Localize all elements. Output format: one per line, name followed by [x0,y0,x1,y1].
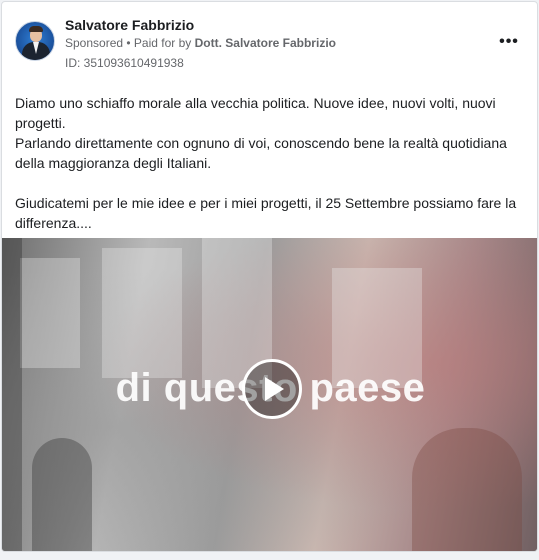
author-avatar[interactable] [15,21,55,61]
ad-body-text: Diamo uno schiaffo morale alla vecchia p… [15,93,525,233]
video-player[interactable]: di questo paese [2,238,537,551]
body-paragraph-2: Parlando direttamente con ognuno di voi,… [15,135,507,171]
body-paragraph-1: Diamo uno schiaffo morale alla vecchia p… [15,95,496,131]
video-window-pane [102,248,182,378]
sponsored-label: Sponsored [65,36,124,50]
more-options-icon[interactable]: ••• [496,32,522,52]
play-button[interactable] [242,359,302,419]
sponsored-line: Sponsored • Paid for by Dott. Salvatore … [65,36,336,50]
avatar-figure-hair [29,26,43,32]
body-paragraph-3: Giudicatemi per le mie idee e per i miei… [15,195,517,231]
video-window-pane [20,258,80,368]
video-figure [32,438,92,551]
ad-id: ID: 351093610491938 [65,56,184,70]
video-figure [412,428,522,551]
play-icon [265,377,284,401]
paid-for-prefix: • Paid for by [123,36,195,50]
author-name[interactable]: Salvatore Fabbrizio [65,17,194,33]
ad-card: Salvatore Fabbrizio Sponsored • Paid for… [1,1,538,552]
paid-for-by-name: Dott. Salvatore Fabbrizio [194,36,336,50]
